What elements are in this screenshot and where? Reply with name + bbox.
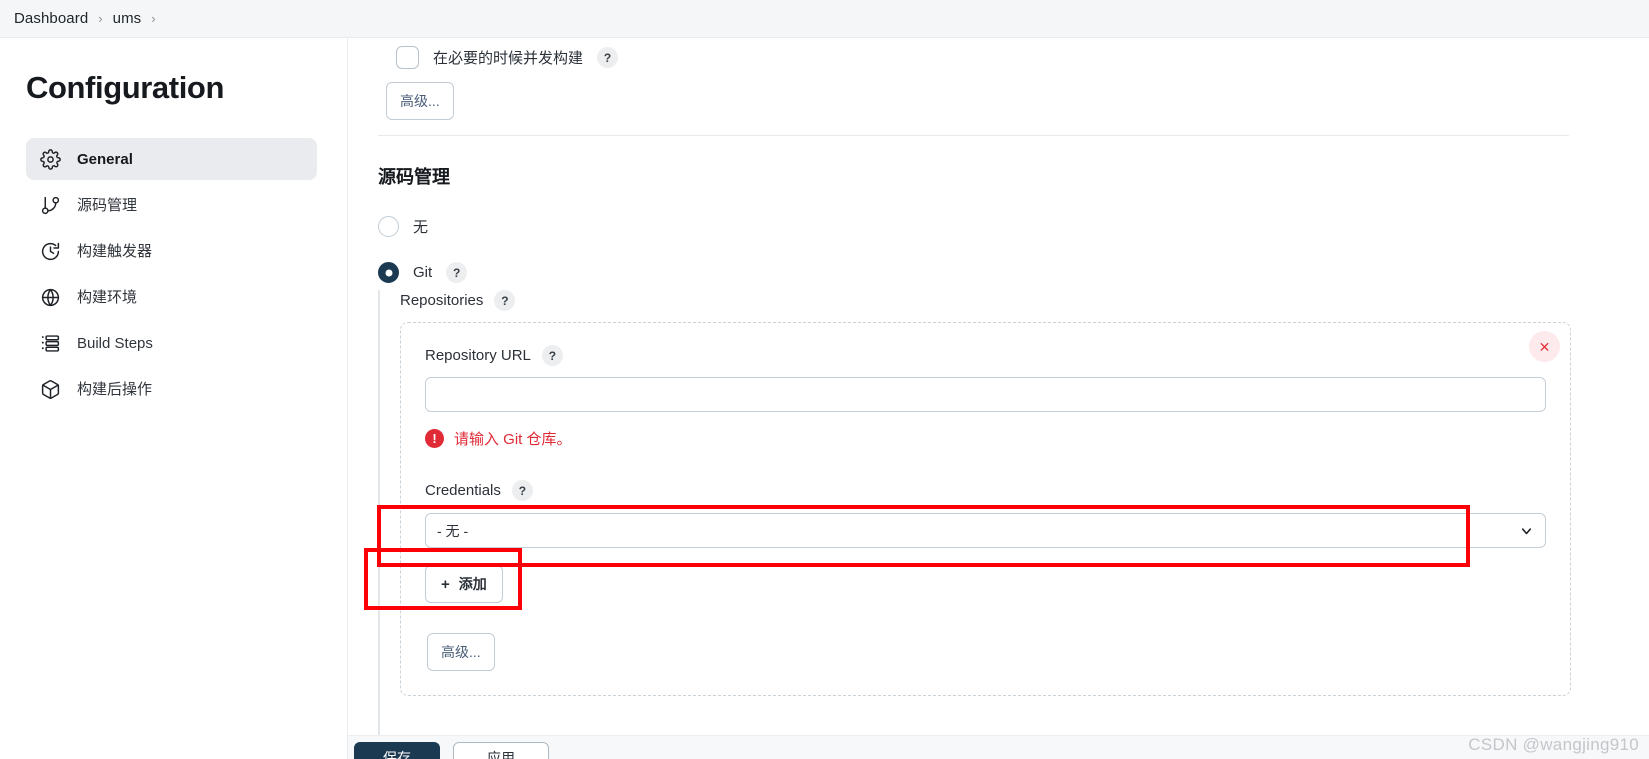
branch-icon [40, 195, 61, 216]
repository-card: ✕ Repository URL ? ! 请输入 Git 仓库。 Credent… [400, 322, 1571, 696]
add-credentials-button[interactable]: + 添加 [425, 565, 503, 603]
sidebar-item-build-triggers[interactable]: 构建触发器 [26, 230, 317, 272]
radio-git[interactable] [378, 262, 399, 283]
advanced-button-general[interactable]: 高级... [386, 82, 454, 120]
credentials-select[interactable]: - 无 - [425, 513, 1546, 548]
scm-option-none[interactable]: 无 [378, 216, 428, 237]
page-title: Configuration [26, 70, 224, 105]
sidebar-item-label: 构建后操作 [77, 380, 153, 398]
section-divider [378, 135, 1569, 136]
scm-option-label: 无 [413, 219, 429, 236]
sidebar-item-label: Build Steps [77, 334, 153, 352]
concurrent-build-checkbox[interactable] [396, 46, 419, 69]
radio-none[interactable] [378, 216, 399, 237]
sidebar-nav: General 源码管理 构建触发器 构建环境 Build Steps 构建后操… [26, 138, 317, 410]
repositories-label-row: Repositories ? [400, 290, 1571, 311]
breadcrumb: Dashboard › ums › [0, 0, 1649, 38]
repository-url-error: ! 请输入 Git 仓库。 [425, 428, 1546, 449]
globe-icon [40, 287, 61, 308]
list-icon [40, 333, 61, 354]
concurrent-build-label: 在必要的时候并发构建 [433, 50, 584, 67]
sidebar-item-label: 构建触发器 [77, 242, 153, 260]
credentials-label: Credentials [425, 482, 501, 499]
sidebar-item-source-code-management[interactable]: 源码管理 [26, 184, 317, 226]
delete-repository-button[interactable]: ✕ [1529, 331, 1560, 362]
breadcrumb-separator-icon: › [151, 11, 156, 26]
sidebar-item-general[interactable]: General [26, 138, 317, 180]
repository-url-label-row: Repository URL ? [425, 345, 1546, 366]
body-wrapper: Configuration General 源码管理 构建触发器 构建环境 Bu… [0, 38, 1649, 759]
package-icon [40, 379, 61, 400]
help-icon[interactable]: ? [597, 47, 619, 68]
scm-option-label: Git [413, 264, 433, 281]
apply-button[interactable]: 应用 [453, 742, 549, 759]
error-icon: ! [425, 429, 444, 448]
sidebar-item-label: General [77, 150, 133, 168]
save-button[interactable]: 保存 [354, 742, 440, 759]
repository-url-input[interactable] [425, 377, 1546, 412]
help-icon[interactable]: ? [446, 262, 468, 283]
main-inner: 在必要的时候并发构建 ? 高级... 源码管理 无 Git ? Reposito… [368, 38, 1649, 759]
gear-icon [40, 148, 61, 170]
git-config-block: Repositories ? ✕ Repository URL ? ! 请输入 … [378, 290, 1571, 759]
main-content: 在必要的时候并发构建 ? 高级... 源码管理 无 Git ? Reposito… [348, 38, 1649, 759]
breadcrumb-separator-icon: › [98, 11, 103, 26]
credentials-select-wrap: - 无 - [425, 513, 1546, 548]
plus-icon: + [441, 575, 450, 593]
credentials-label-row: Credentials ? [425, 480, 1546, 501]
scm-option-git[interactable]: Git ? [378, 262, 468, 283]
clock-icon [40, 241, 61, 262]
sidebar-item-build-environment[interactable]: 构建环境 [26, 276, 317, 318]
repositories-label: Repositories [400, 292, 484, 309]
repository-url-label: Repository URL [425, 347, 531, 364]
sidebar-item-build-steps[interactable]: Build Steps [26, 322, 317, 364]
help-icon[interactable]: ? [511, 480, 533, 501]
sidebar: Configuration General 源码管理 构建触发器 构建环境 Bu… [0, 38, 348, 759]
scm-section-title: 源码管理 [378, 167, 450, 187]
advanced-button-repository[interactable]: 高级... [427, 633, 495, 671]
watermark: CSDN @wangjing910 [1468, 735, 1639, 754]
concurrent-build-row: 在必要的时候并发构建 ? [396, 46, 619, 69]
sidebar-item-post-build-actions[interactable]: 构建后操作 [26, 368, 317, 410]
form-footer-bar: 保存 应用 [348, 735, 1649, 759]
breadcrumb-item-dashboard[interactable]: Dashboard [14, 10, 88, 27]
add-credentials-label: 添加 [458, 576, 487, 592]
help-icon[interactable]: ? [541, 345, 563, 366]
sidebar-item-label: 源码管理 [77, 196, 138, 214]
help-icon[interactable]: ? [494, 290, 516, 311]
sidebar-item-label: 构建环境 [77, 288, 138, 306]
app-root: Dashboard › ums › Configuration General [0, 0, 1649, 759]
breadcrumb-item-ums[interactable]: ums [113, 10, 142, 27]
error-message: 请输入 Git 仓库。 [454, 431, 572, 448]
